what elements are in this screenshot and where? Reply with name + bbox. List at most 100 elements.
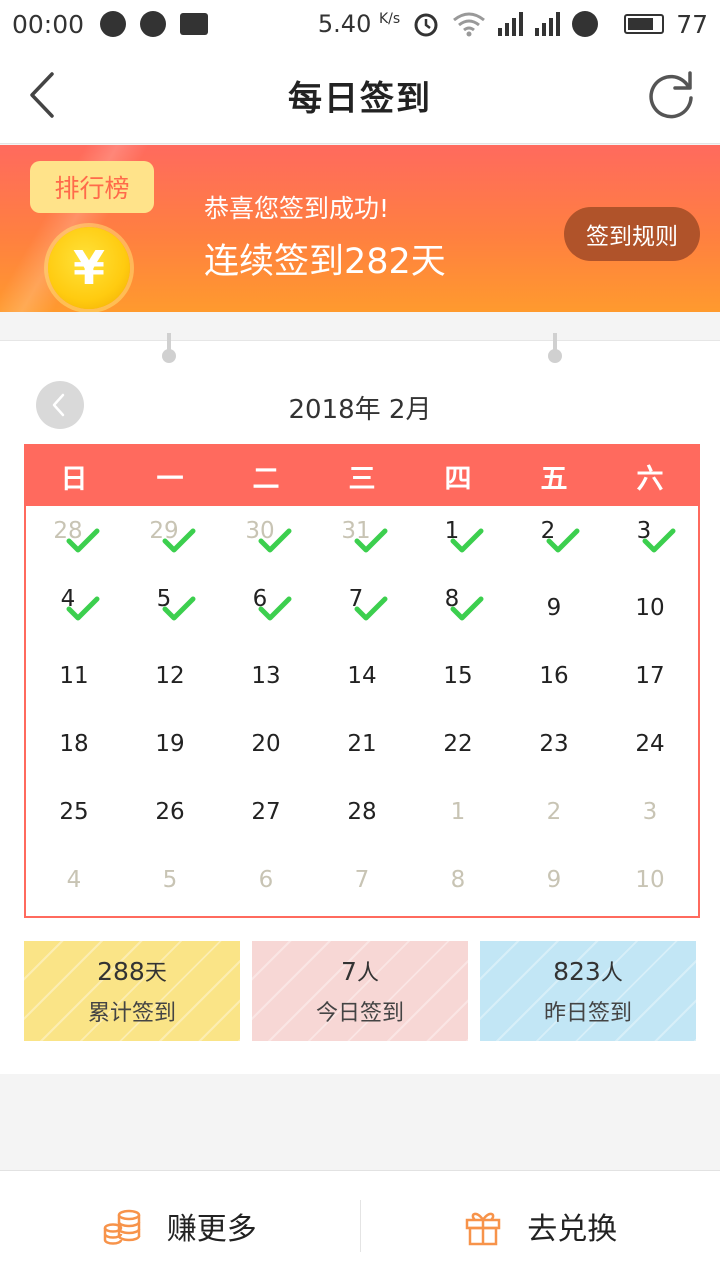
checkmark-icon bbox=[162, 596, 196, 621]
network-speed: 5.40 K/s bbox=[317, 10, 401, 38]
app-notification-icon-2 bbox=[140, 11, 167, 37]
calendar-day[interactable]: 4 bbox=[26, 846, 122, 914]
day-number: 11 bbox=[59, 663, 89, 689]
calendar-day[interactable]: 15 bbox=[410, 642, 506, 710]
exchange-label: 去兑换 bbox=[527, 1211, 618, 1247]
calendar-day[interactable]: 6 bbox=[218, 574, 314, 642]
day-number: 14 bbox=[347, 663, 377, 689]
calendar-day[interactable]: 16 bbox=[506, 642, 602, 710]
calendar-day[interactable]: 22 bbox=[410, 710, 506, 778]
day-number: 20 bbox=[251, 731, 281, 757]
day-number: 22 bbox=[443, 731, 473, 757]
calendar-day[interactable]: 1 bbox=[410, 778, 506, 846]
day-number: 7 bbox=[354, 867, 370, 893]
stat-label: 今日签到 bbox=[315, 1001, 404, 1026]
day-number: 28 bbox=[347, 799, 377, 825]
calendar-day[interactable]: 9 bbox=[506, 574, 602, 642]
checkin-rules-button[interactable]: 签到规则 bbox=[564, 207, 700, 261]
calendar-day[interactable]: 24 bbox=[602, 710, 698, 778]
calendar-day[interactable]: 21 bbox=[314, 710, 410, 778]
bottom-bar: 赚更多 去兑换 bbox=[0, 1170, 720, 1280]
calendar-day[interactable]: 26 bbox=[122, 778, 218, 846]
refresh-icon[interactable] bbox=[644, 68, 698, 122]
stat-total-checkins: 288天 累计签到 bbox=[24, 941, 240, 1041]
day-number: 12 bbox=[155, 663, 185, 689]
calendar-day[interactable]: 23 bbox=[506, 710, 602, 778]
calendar-day[interactable]: 28 bbox=[314, 778, 410, 846]
calendar-day[interactable]: 10 bbox=[602, 846, 698, 914]
wifi-icon bbox=[453, 12, 486, 37]
day-number: 16 bbox=[539, 663, 569, 689]
checkmark-icon bbox=[642, 528, 676, 553]
day-number: 24 bbox=[635, 731, 665, 757]
exchange-button[interactable]: 去兑换 bbox=[361, 1171, 720, 1280]
day-number: 3 bbox=[642, 799, 658, 825]
day-number: 18 bbox=[59, 731, 89, 757]
checkmark-icon bbox=[258, 596, 292, 621]
day-number: 27 bbox=[251, 799, 281, 825]
earn-more-button[interactable]: 赚更多 bbox=[0, 1171, 360, 1280]
weekday-label: 五 bbox=[540, 463, 568, 495]
signal-icon bbox=[535, 12, 561, 36]
calendar-day[interactable]: 27 bbox=[218, 778, 314, 846]
day-number: 10 bbox=[635, 867, 665, 893]
day-number: 26 bbox=[155, 799, 185, 825]
coins-icon bbox=[103, 1209, 140, 1245]
day-number: 5 bbox=[162, 867, 178, 893]
calendar-day[interactable]: 14 bbox=[314, 642, 410, 710]
stat-label: 累计签到 bbox=[87, 1001, 176, 1026]
stat-value: 288 bbox=[97, 957, 145, 986]
calendar-day[interactable]: 28 bbox=[26, 506, 122, 574]
calendar-day[interactable]: 2 bbox=[506, 778, 602, 846]
calendar-day[interactable]: 25 bbox=[26, 778, 122, 846]
stat-today-checkins: 7人 今日签到 bbox=[252, 941, 468, 1041]
coin-icon: ¥ bbox=[48, 227, 130, 309]
day-number: 19 bbox=[155, 731, 185, 757]
checkmark-icon bbox=[354, 596, 388, 621]
hd-icon bbox=[572, 11, 599, 37]
calendar-day[interactable]: 30 bbox=[218, 506, 314, 574]
calendar-day[interactable]: 19 bbox=[122, 710, 218, 778]
stat-unit: 人 bbox=[600, 961, 623, 986]
battery-level: 77 bbox=[676, 9, 708, 39]
status-time: 00:00 bbox=[12, 9, 85, 39]
calendar-day[interactable]: 2 bbox=[506, 506, 602, 574]
stat-value: 7 bbox=[341, 957, 357, 986]
calendar-hook bbox=[548, 333, 562, 367]
weekday-label: 四 bbox=[444, 463, 472, 495]
calendar-day[interactable]: 20 bbox=[218, 710, 314, 778]
chevron-left-icon[interactable] bbox=[22, 70, 72, 120]
calendar-day[interactable]: 5 bbox=[122, 574, 218, 642]
calendar-day[interactable]: 17 bbox=[602, 642, 698, 710]
calendar-day[interactable]: 13 bbox=[218, 642, 314, 710]
day-number: 23 bbox=[539, 731, 569, 757]
calendar-day[interactable]: 4 bbox=[26, 574, 122, 642]
calendar-day[interactable]: 3 bbox=[602, 506, 698, 574]
calendar-day[interactable]: 8 bbox=[410, 846, 506, 914]
app-notification-icon bbox=[100, 11, 127, 37]
day-number: 2 bbox=[546, 799, 562, 825]
calendar-day[interactable]: 12 bbox=[122, 642, 218, 710]
calendar-day[interactable]: 5 bbox=[122, 846, 218, 914]
calendar-day[interactable]: 29 bbox=[122, 506, 218, 574]
leaderboard-button[interactable]: 排行榜 bbox=[30, 161, 154, 213]
day-number: 9 bbox=[546, 595, 562, 621]
calendar-day[interactable]: 10 bbox=[602, 574, 698, 642]
day-number: 4 bbox=[66, 867, 82, 893]
calendar-day[interactable]: 31 bbox=[314, 506, 410, 574]
alarm-icon bbox=[414, 13, 438, 37]
calendar-day[interactable]: 7 bbox=[314, 574, 410, 642]
calendar-day[interactable]: 8 bbox=[410, 574, 506, 642]
checkin-stats: 288天 累计签到 7人 今日签到 823人 昨日签到 bbox=[24, 941, 696, 1041]
calendar-day[interactable]: 3 bbox=[602, 778, 698, 846]
checkmark-icon bbox=[162, 528, 196, 553]
weekday-label: 六 bbox=[636, 463, 664, 495]
calendar-day[interactable]: 6 bbox=[218, 846, 314, 914]
calendar-month-title: 2018年 2月 bbox=[288, 395, 432, 425]
checkmark-icon bbox=[66, 528, 100, 553]
calendar-day[interactable]: 9 bbox=[506, 846, 602, 914]
calendar-day[interactable]: 1 bbox=[410, 506, 506, 574]
calendar-day[interactable]: 18 bbox=[26, 710, 122, 778]
calendar-day[interactable]: 11 bbox=[26, 642, 122, 710]
calendar-day[interactable]: 7 bbox=[314, 846, 410, 914]
